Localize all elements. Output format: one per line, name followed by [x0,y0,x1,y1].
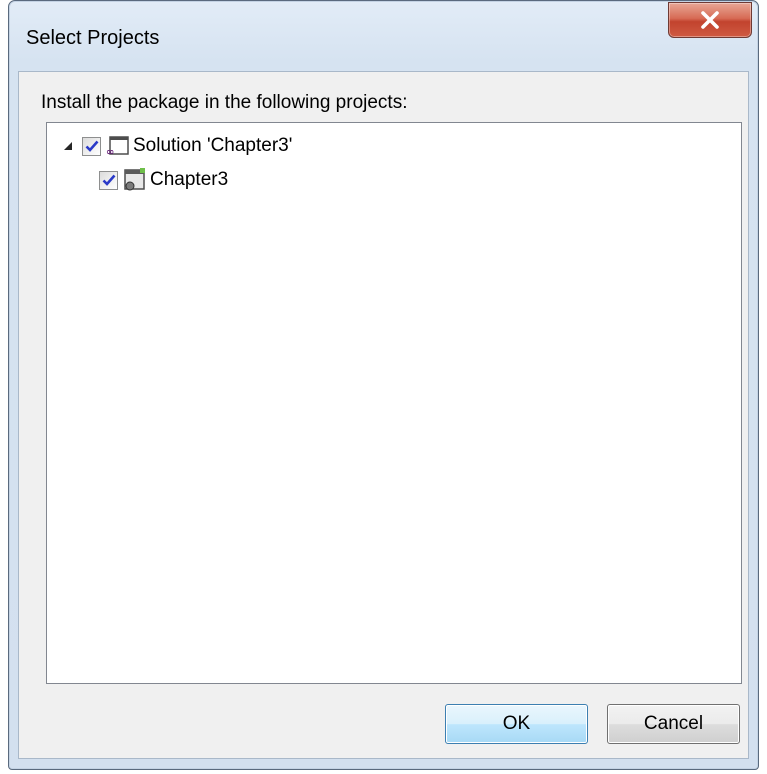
project-label: Chapter3 [150,169,229,190]
solution-label: Solution 'Chapter3' [133,135,293,156]
expanded-triangle-icon[interactable] [58,133,78,159]
project-checkbox[interactable] [99,170,118,190]
select-projects-dialog: Select Projects Install the package in t… [8,0,759,770]
svg-text:∞: ∞ [106,147,114,158]
title-bar[interactable]: Select Projects [9,1,758,71]
checkmark-icon [102,174,115,186]
projects-tree[interactable]: ∞ Solution 'Chapter3' Chapter3 [46,122,742,684]
close-x-icon [699,11,721,29]
tree-node-solution[interactable]: ∞ Solution 'Chapter3' [58,133,292,159]
project-icon [121,168,147,192]
solution-checkbox[interactable] [82,136,101,156]
visual-studio-solution-icon: ∞ [104,134,130,158]
instruction-label: Install the package in the following pro… [41,92,408,113]
cancel-button[interactable]: Cancel [607,704,740,744]
ok-button[interactable]: OK [445,704,588,744]
dialog-body: Install the package in the following pro… [18,71,749,759]
window-title: Select Projects [26,27,160,49]
tree-node-project[interactable]: Chapter3 [99,167,228,193]
close-button[interactable] [668,2,752,38]
checkmark-icon [85,140,98,152]
